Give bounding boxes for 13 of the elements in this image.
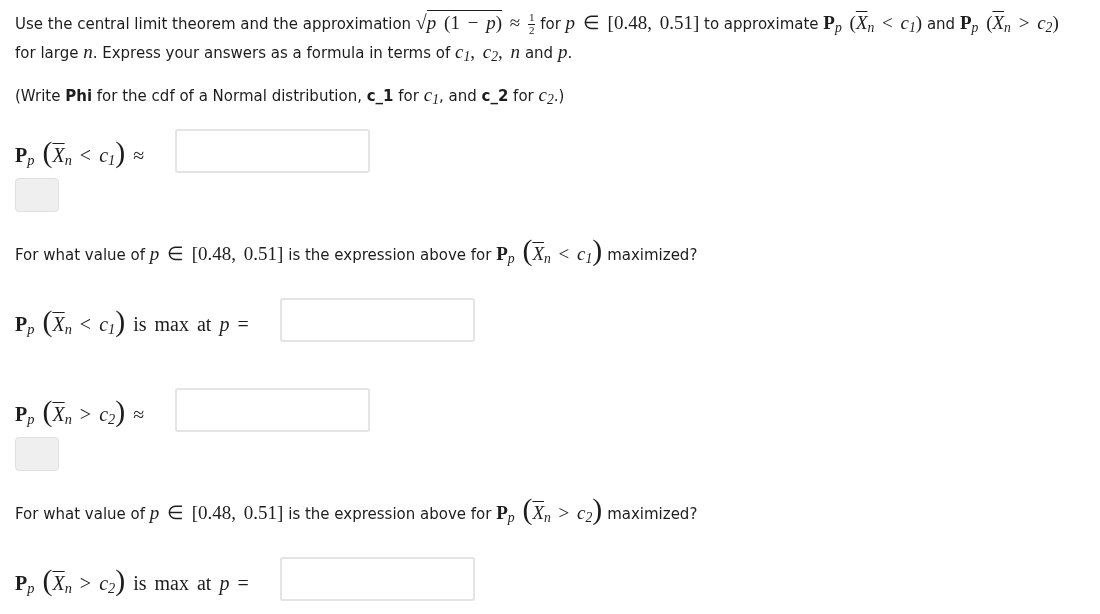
formula-label: P$_{p}$ (X$_{n}$ < c$_{1}$) ≈ — [15, 134, 145, 168]
blank-button[interactable] — [15, 178, 59, 212]
note-text: (Write Phi for the cdf of a Normal distribution, c_1 for c$_{1}$, and c_2 for c$_{2}$.) — [15, 83, 566, 110]
blank-button[interactable] — [15, 437, 59, 471]
answer-field[interactable] — [279, 557, 475, 601]
question-text: For what value of p ∈ [0.48, 0.51] is the expression above for P$_{p}$ (X$_{n}$ < c$_{1}$)maximized? — [15, 232, 699, 269]
formula-label: P$_{p}$ (X$_{n}$ < c$_{1}$) is max at p = — [15, 303, 249, 337]
formula-label: P$_{p}$ (X$_{n}$ > c$_{2}$) ≈ — [15, 393, 145, 427]
answer-field[interactable] — [175, 129, 371, 173]
formula-label: P$_{p}$ (X$_{n}$ > c$_{2}$) is max at p = — [15, 562, 249, 596]
question-text: For what value of p ∈ [0.48, 0.51] is the expression above for P$_{p}$ (X$_{n}$ > c$_{2}$)maximized? — [15, 491, 699, 528]
answer-field[interactable] — [279, 298, 475, 342]
answer-field[interactable] — [175, 388, 371, 432]
